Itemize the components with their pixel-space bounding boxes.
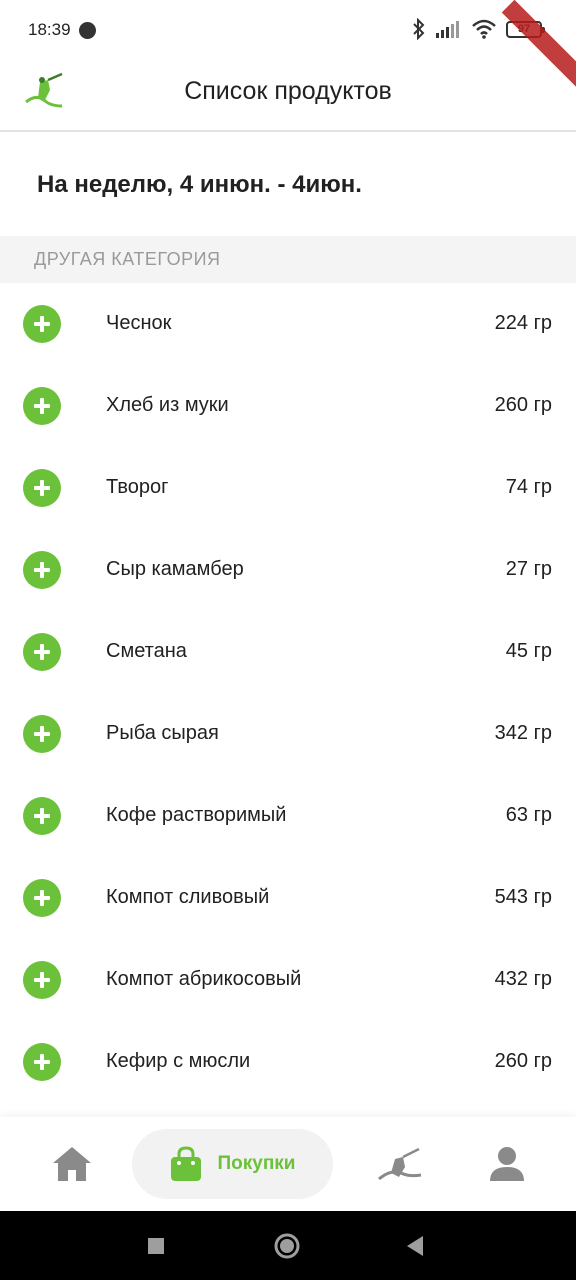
item-name: Компот сливовый (106, 886, 270, 908)
list-item[interactable]: Чеснок 224 гр (0, 283, 576, 365)
status-bar: 18:39 97 (0, 0, 576, 62)
status-time: 18:39 (28, 20, 71, 39)
home-button[interactable] (257, 1211, 317, 1280)
circle-icon (274, 1233, 300, 1258)
item-name: Кофе растворимый (106, 804, 287, 826)
item-amount: 63 гр (505, 804, 552, 826)
item-amount: 342 гр (494, 722, 552, 744)
page-title: Список продуктов (184, 77, 392, 105)
item-amount: 260 гр (494, 394, 552, 416)
item-name: Кефир с мюсли (106, 1050, 251, 1072)
shopping-bag-icon (171, 1146, 202, 1181)
item-amount: 224 гр (494, 312, 552, 334)
item-amount: 74 гр (505, 476, 552, 498)
wifi-icon (472, 19, 496, 39)
item-amount: 27 гр (505, 558, 552, 580)
nav-shopping-label: Покупки (217, 1153, 296, 1174)
nav-profile[interactable] (467, 1117, 547, 1211)
diary-icon (378, 1147, 422, 1181)
item-name: Сыр камамбер (106, 558, 244, 580)
recent-apps-button[interactable] (126, 1211, 186, 1280)
nav-shopping[interactable]: Покупки (132, 1129, 333, 1199)
add-item-button[interactable] (23, 715, 61, 753)
app-bar: Список продуктов (0, 62, 576, 132)
item-name: Творог (106, 476, 169, 498)
home-icon (53, 1147, 91, 1181)
item-name: Компот абрикосовый (106, 968, 302, 990)
list-item[interactable]: Компот абрикосовый 432 гр (0, 939, 576, 1021)
list-item[interactable]: Сметана 45 гр (0, 611, 576, 693)
item-name: Чеснок (106, 312, 172, 334)
add-item-button[interactable] (23, 879, 61, 917)
bottom-navigation: Покупки (0, 1117, 576, 1211)
list-item[interactable]: Кефир с мюсли 260 гр (0, 1021, 576, 1103)
add-item-button[interactable] (23, 551, 61, 589)
item-name: Сметана (106, 640, 187, 662)
bluetooth-icon (413, 18, 425, 40)
add-item-button[interactable] (23, 305, 61, 343)
nav-home[interactable] (32, 1117, 112, 1211)
list-item[interactable]: Рыба сырая 342 гр (0, 693, 576, 775)
week-range-heading: На неделю, 4 инюн. - 4июн. (37, 171, 362, 198)
add-item-button[interactable] (23, 469, 61, 507)
list-item[interactable]: Творог 74 гр (0, 447, 576, 529)
product-list: Чеснок 224 гр Хлеб из муки 260 гр Творог… (0, 283, 576, 1103)
item-amount: 45 гр (505, 640, 552, 662)
system-navigation-bar (0, 1211, 576, 1280)
nav-diary[interactable] (360, 1117, 440, 1211)
add-item-button[interactable] (23, 961, 61, 999)
item-amount: 432 гр (494, 968, 552, 990)
back-button[interactable] (385, 1211, 445, 1280)
profile-icon (490, 1147, 524, 1181)
list-item[interactable]: Компот сливовый 543 гр (0, 857, 576, 939)
square-icon (148, 1237, 164, 1254)
item-name: Рыба сырая (106, 722, 219, 744)
list-item[interactable]: Кофе растворимый 63 гр (0, 775, 576, 857)
category-header: ДРУГАЯ КАТЕГОРИЯ (0, 236, 576, 283)
add-item-button[interactable] (23, 633, 61, 671)
add-item-button[interactable] (23, 1043, 61, 1081)
triangle-back-icon (407, 1235, 423, 1256)
item-name: Хлеб из муки (106, 394, 229, 416)
category-title: ДРУГАЯ КАТЕГОРИЯ (34, 249, 221, 269)
list-item[interactable]: Сыр камамбер 27 гр (0, 529, 576, 611)
item-amount: 543 гр (494, 886, 552, 908)
add-item-button[interactable] (23, 387, 61, 425)
item-amount: 260 гр (494, 1050, 552, 1072)
notification-icon (79, 22, 96, 39)
signal-icon (436, 21, 459, 38)
list-item[interactable]: Хлеб из муки 260 гр (0, 365, 576, 447)
add-item-button[interactable] (23, 797, 61, 835)
